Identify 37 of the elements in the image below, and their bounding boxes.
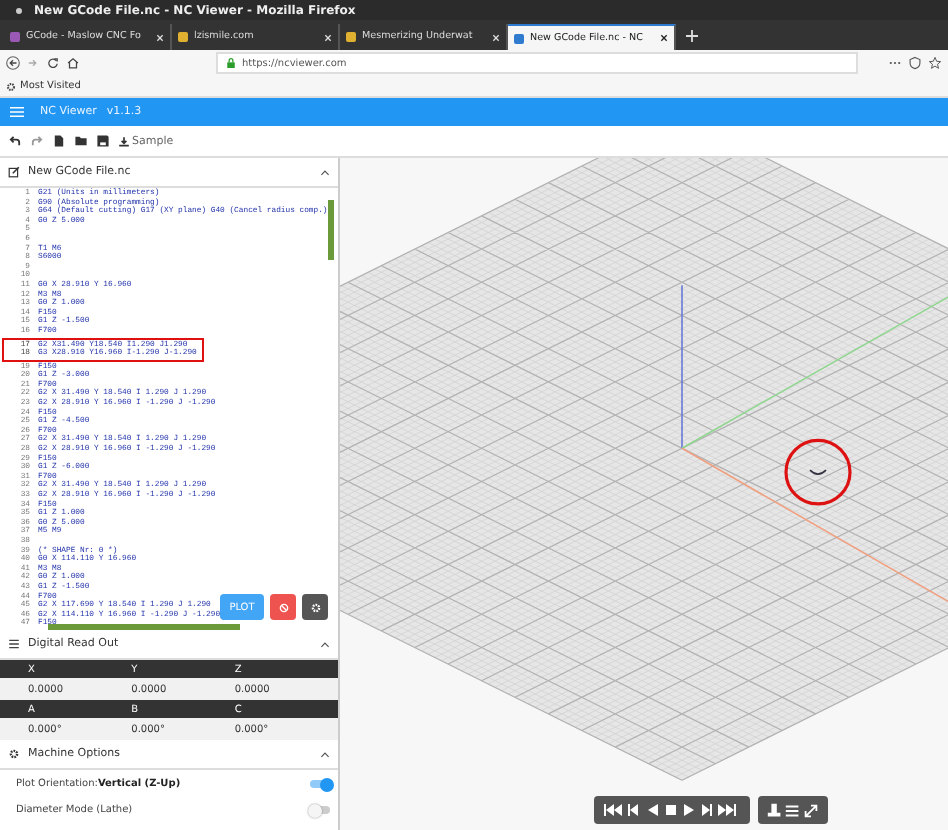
redo-icon[interactable]: [30, 134, 44, 148]
view-buttons-drawing: [766, 801, 820, 819]
list-icon: [8, 638, 20, 650]
collapse-icon[interactable]: [320, 169, 330, 175]
save-icon[interactable]: [96, 134, 110, 148]
toolpath-icon: [809, 469, 827, 475]
scrollbar-thumb[interactable]: [48, 624, 240, 630]
collapse-icon[interactable]: [320, 641, 330, 647]
home-icon[interactable]: [66, 56, 80, 70]
new-tab-icon[interactable]: [686, 30, 698, 42]
settings-button[interactable]: [302, 594, 328, 620]
toggle-switch[interactable]: [310, 780, 330, 788]
shield-icon[interactable]: [908, 56, 922, 70]
download-icon: [118, 135, 130, 147]
close-icon[interactable]: [660, 34, 668, 42]
view-controls[interactable]: [758, 796, 828, 824]
code-editor[interactable]: [0, 188, 338, 630]
settings-icon: [8, 748, 20, 760]
stop-button[interactable]: [270, 594, 296, 620]
new-file-icon[interactable]: [52, 134, 66, 148]
reload-icon[interactable]: [46, 56, 60, 70]
menu-icon[interactable]: [10, 106, 24, 118]
collapse-icon[interactable]: [320, 751, 330, 757]
ban-icon: [277, 601, 289, 613]
edit-icon: [8, 166, 20, 178]
playback-controls[interactable]: [594, 796, 750, 824]
gear-icon: [6, 81, 16, 91]
star-icon[interactable]: [928, 56, 942, 70]
scrollbar-thumb[interactable]: [328, 200, 334, 260]
lock-icon: [226, 58, 236, 68]
media-buttons-drawing: [602, 800, 742, 820]
gear-icon: [309, 601, 321, 613]
folder-icon[interactable]: [74, 134, 88, 148]
undo-icon[interactable]: [8, 134, 22, 148]
toggle-switch[interactable]: [310, 806, 330, 814]
highlight-circle: [784, 438, 852, 506]
back-icon[interactable]: [6, 56, 20, 70]
